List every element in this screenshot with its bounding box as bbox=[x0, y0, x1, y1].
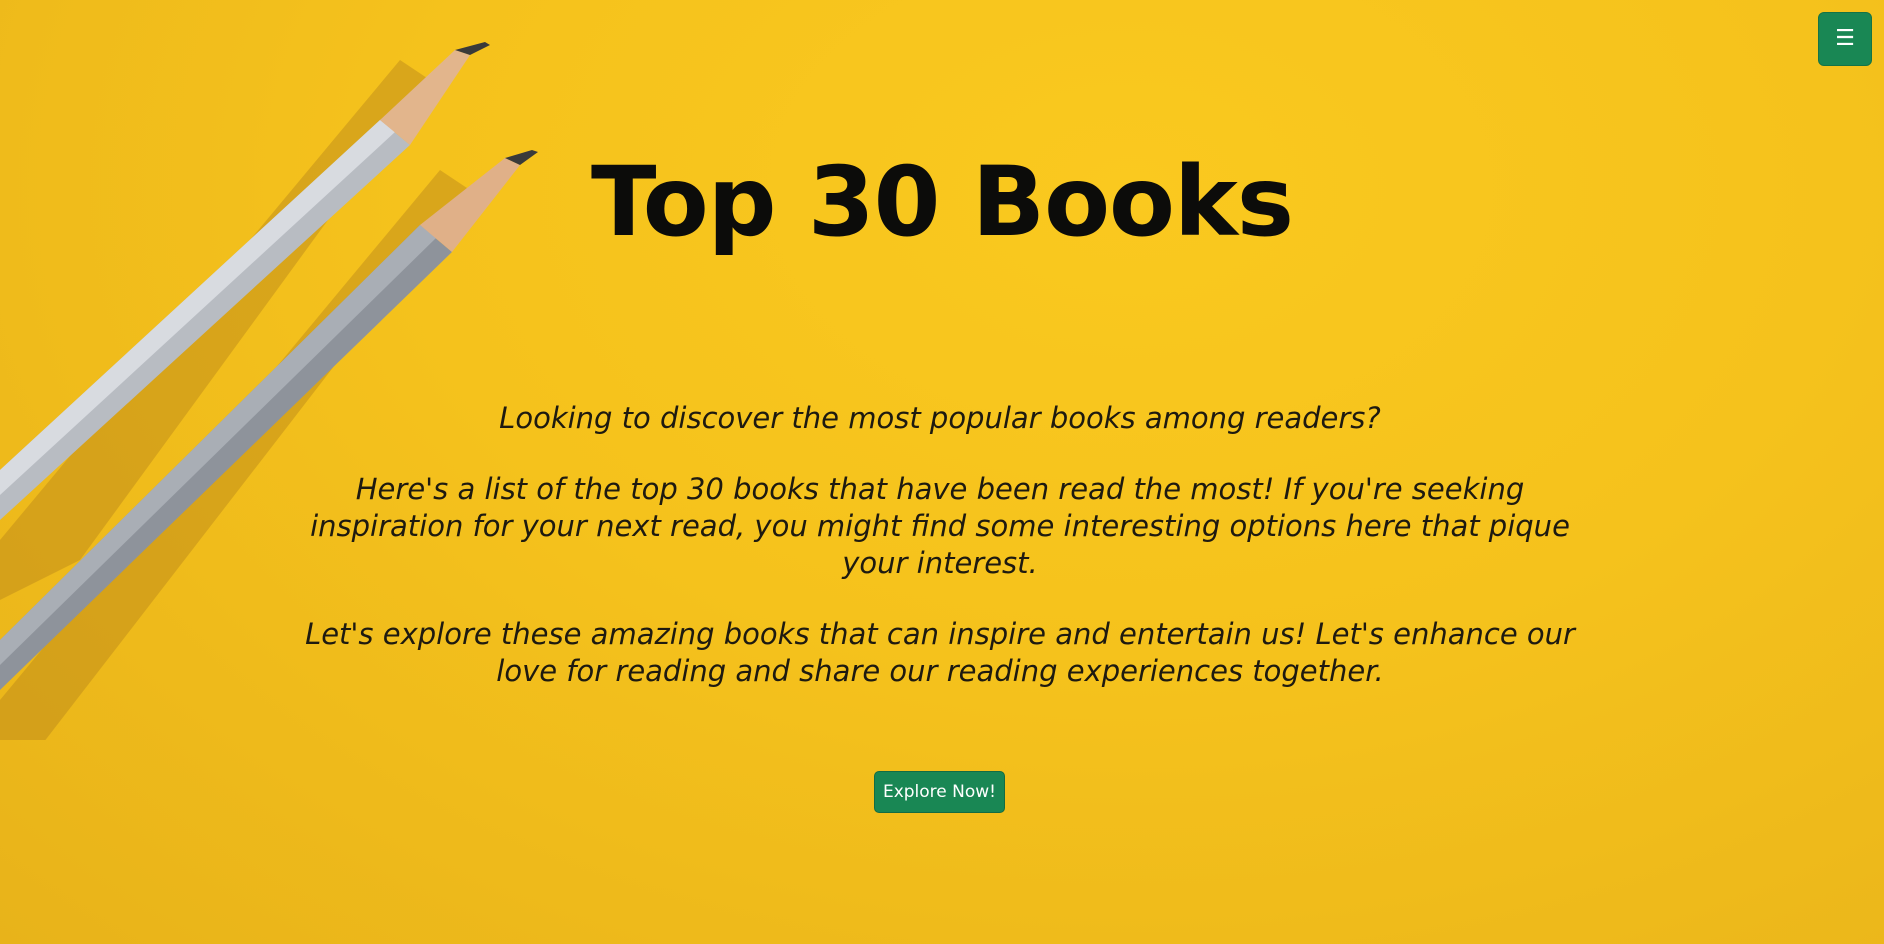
menu-icon: ☰ bbox=[1835, 26, 1855, 51]
explore-now-button[interactable]: Explore Now! bbox=[874, 771, 1005, 813]
intro-paragraph: Let's explore these amazing books that c… bbox=[305, 617, 1575, 688]
menu-button[interactable]: ☰ bbox=[1818, 12, 1872, 66]
intro-text: Looking to discover the most popular boo… bbox=[280, 400, 1600, 724]
hero-section: ☰ Top 30 Books Looking to discover the m… bbox=[0, 0, 1884, 944]
intro-paragraph: Here's a list of the top 30 books that h… bbox=[310, 472, 1570, 580]
page-title: Top 30 Books bbox=[591, 146, 1294, 258]
intro-paragraph: Looking to discover the most popular boo… bbox=[499, 401, 1381, 435]
